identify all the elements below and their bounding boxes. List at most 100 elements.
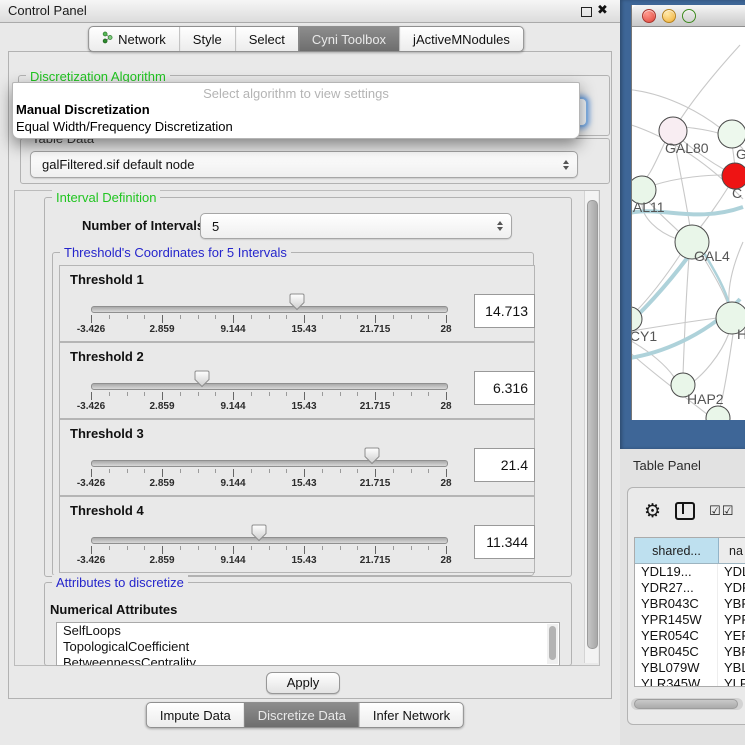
algorithm-prompt: Select algorithm to view settings [13,83,579,101]
algorithm-option-equal-width-frequency-discretization[interactable]: Equal Width/Frequency Discretization [13,118,579,135]
slider-thumb[interactable] [289,293,305,316]
network-node-label: GA [736,146,745,162]
table-panel-title: Table Panel [633,458,701,473]
table-row[interactable]: YBR043CYBR0 [635,596,745,612]
slider-thumb[interactable] [194,370,210,393]
threshold-label: Threshold 3 [70,426,144,441]
attribute-item-betweennesscentrality[interactable]: BetweennessCentrality [57,655,559,666]
network-node-top-right[interactable] [718,120,745,148]
network-edge [654,175,724,185]
table-row[interactable]: YBL079WYBL0 [635,660,745,676]
network-node-label: GAL11 [632,199,665,215]
network-node-label: GAL80 [665,140,709,156]
network-node-label: GCY1 [632,328,657,344]
gear-icon[interactable]: ⚙ [644,502,661,521]
algorithm-option-manual-discretization[interactable]: Manual Discretization [13,101,579,118]
minimize-traffic-light-icon[interactable] [662,9,676,23]
tab-cyni-toolbox[interactable]: Cyni Toolbox [298,27,399,51]
threshold-value-field[interactable]: 21.4 [474,448,535,482]
threshold-slider[interactable] [91,383,448,390]
threshold-value-field[interactable]: 14.713 [474,294,535,328]
table-row[interactable]: YDR27...YDR2 [635,580,745,596]
network-edge [683,257,689,375]
network-edge [693,333,729,382]
tab-infer-network[interactable]: Infer Network [359,703,463,727]
tab-label: Cyni Toolbox [312,32,386,47]
bottom-tabbar: Impute Data Discretize Data Infer Network [146,702,464,728]
attribute-item-selfloops[interactable]: SelfLoops [57,623,559,639]
table-row[interactable]: YBR045CYBR0 [635,644,745,660]
attribute-item-topologicalcoefficient[interactable]: TopologicalCoefficient [57,639,559,655]
tab-style[interactable]: Style [179,27,235,51]
numerical-attributes-list[interactable]: SelfLoopsTopologicalCoefficientBetweenne… [56,622,560,666]
apply-button[interactable]: Apply [266,672,340,694]
cell-name: YBR0 [718,596,745,612]
combobox-arrows-icon [497,221,503,231]
slider-ticks [91,392,446,401]
control-panel: Control Panel ✖ NetworkStyleSelectCyni T… [0,0,620,745]
threshold-label: Threshold 4 [70,503,144,518]
threshold-slider[interactable] [91,537,448,544]
cell-shared-name: YER054C [635,628,718,644]
horizontal-scrollbar[interactable] [631,698,743,710]
threshold-panel-3: Threshold 3 -3.4262.8599.14415.4321.71528… [59,419,535,496]
table-header-row: shared... na [635,538,745,564]
tab-jactivemnodules[interactable]: jActiveMNodules [399,27,523,51]
vertical-scrollbar[interactable] [584,191,598,663]
combobox-arrows-icon [563,160,569,170]
close-icon[interactable]: ✖ [597,2,608,18]
table-panel: ⚙ ☑☑ shared... na YDL19...YDL1YDR27...YD… [627,487,745,725]
network-icon [102,31,113,44]
tab-label: Discretize Data [258,708,346,723]
slider-thumb[interactable] [251,524,267,547]
checkbox-icons[interactable]: ☑☑ [709,503,734,519]
number-of-intervals-combobox[interactable]: 5 [200,213,512,239]
tab-network[interactable]: Network [89,27,179,51]
table-row[interactable]: YPR145WYPR1 [635,612,745,628]
table-row[interactable]: YER054CYER0 [635,628,745,644]
cell-name: YDR2 [718,580,745,596]
horizontal-scrollbar-thumb[interactable] [634,699,738,709]
attributes-group-title: Attributes to discretize [52,575,188,590]
slider-scale-labels: -3.4262.8599.14415.4321.71528 [91,401,446,413]
slider-scale-labels: -3.4262.8599.14415.4321.71528 [91,478,446,490]
split-columns-icon[interactable] [675,502,695,520]
close-traffic-light-icon[interactable] [642,9,656,23]
list-scrollbar[interactable] [547,624,558,664]
tab-impute-data[interactable]: Impute Data [147,703,244,727]
network-view-window: GAL80GACGAL11GAL4GCY1HHAP2 [631,5,745,420]
tab-label: Select [249,32,285,47]
threshold-value-field[interactable]: 6.316 [474,371,535,405]
control-panel-tabbar: NetworkStyle Select Cyni Toolbox jActiveMNo… [88,26,524,52]
network-node-bottom[interactable] [706,406,730,420]
vertical-scrollbar-thumb[interactable] [587,200,598,649]
network-canvas[interactable]: GAL80GACGAL11GAL4GCY1HHAP2 [632,27,745,420]
tab-select[interactable]: Select [235,27,298,51]
network-graph[interactable]: GAL80GACGAL11GAL4GCY1HHAP2 [632,27,745,420]
table-row[interactable]: YDL19...YDL1 [635,564,745,580]
network-edge [645,142,665,179]
table-row[interactable]: YLR345WYLR3 [635,676,745,687]
network-node-label: HAP2 [687,391,724,407]
slider-ticks [91,315,446,324]
table-data-combobox-value: galFiltered.sif default node [42,152,194,177]
threshold-panel-4: Threshold 4 -3.4262.8599.14415.4321.71528… [59,496,535,573]
cell-name: YBL0 [718,660,745,676]
column-header-shared-name[interactable]: shared... [635,538,719,563]
numerical-attributes-label: Numerical Attributes [50,602,177,617]
threshold-value-field[interactable]: 11.344 [474,525,535,559]
threshold-slider[interactable] [91,460,448,467]
number-of-intervals-value: 5 [212,214,219,238]
cell-shared-name: YDR27... [635,580,718,596]
network-window-titlebar[interactable] [632,5,745,27]
slider-scale-labels: -3.4262.8599.14415.4321.71528 [91,555,446,567]
column-header-name[interactable]: na [719,538,745,563]
float-window-icon[interactable] [581,7,592,17]
zoom-traffic-light-icon[interactable] [682,9,696,23]
network-node-label: H [737,326,745,342]
tab-discretize-data[interactable]: Discretize Data [244,703,359,727]
slider-ticks [91,546,446,555]
slider-thumb[interactable] [364,447,380,470]
threshold-slider[interactable] [91,306,448,313]
table-data-combobox[interactable]: galFiltered.sif default node [30,151,578,178]
